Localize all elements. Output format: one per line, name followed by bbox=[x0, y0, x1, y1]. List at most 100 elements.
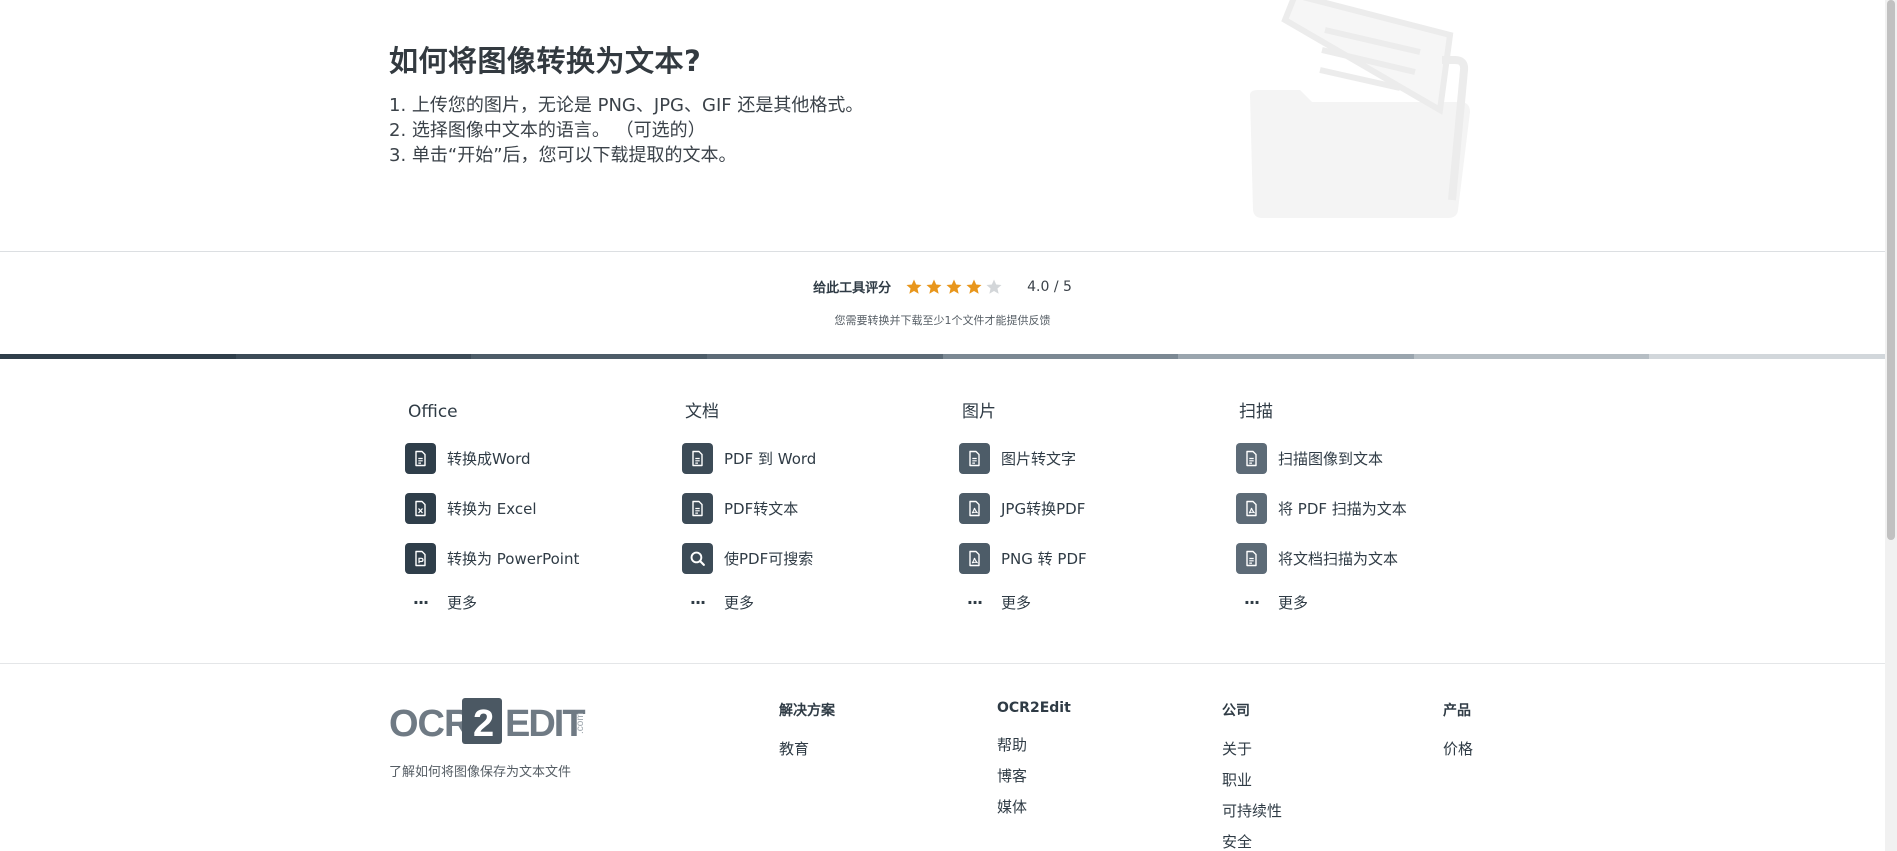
star-icon[interactable] bbox=[985, 278, 1003, 296]
file-text-icon bbox=[959, 442, 990, 474]
tool-link-label: JPG转换PDF bbox=[1001, 499, 1086, 518]
ellipsis-icon: ··· bbox=[1243, 592, 1260, 612]
rating-label: 给此工具评分 bbox=[813, 281, 892, 296]
footer-link[interactable]: 价格 bbox=[1443, 734, 1473, 765]
file-excel-icon bbox=[405, 492, 436, 524]
gradient-segment bbox=[235, 354, 472, 359]
gradient-segment bbox=[1413, 354, 1650, 359]
file-doc-icon bbox=[682, 442, 713, 474]
footer-column: 解决方案 教育 bbox=[779, 700, 835, 765]
footer-column-title: 解决方案 bbox=[779, 703, 835, 719]
gradient-segment bbox=[942, 354, 1179, 359]
footer-column: OCR2Edit 帮助 博客 媒体 bbox=[997, 700, 1071, 823]
logo-edit: EDIT bbox=[505, 703, 585, 745]
tool-link[interactable]: JPG转换PDF bbox=[959, 492, 1229, 524]
more-label: 更多 bbox=[1001, 593, 1032, 612]
tool-link[interactable]: 使PDF可搜索 bbox=[682, 542, 952, 574]
file-pdf-icon bbox=[959, 492, 990, 524]
footer-link[interactable]: 关于 bbox=[1222, 734, 1282, 765]
gradient-divider bbox=[0, 354, 1885, 359]
rating-widget: 给此工具评分 4.0 / 5 bbox=[0, 277, 1885, 297]
tool-link-label: 转换为 PowerPoint bbox=[447, 549, 580, 568]
ellipsis-icon: ··· bbox=[689, 592, 706, 612]
tool-column-title: Office bbox=[408, 402, 458, 422]
footer-link[interactable]: 职业 bbox=[1222, 765, 1282, 796]
tool-column: 扫描扫描图像到文本将 PDF 扫描为文本将文档扫描为文本 ··· 更多 bbox=[1236, 400, 1506, 616]
footer-column: 公司关于 职业 可持续性 安全 bbox=[1222, 700, 1282, 851]
file-pdf-icon bbox=[1236, 492, 1267, 524]
star-rating[interactable] bbox=[905, 278, 1003, 296]
footer-link[interactable]: 安全 bbox=[1222, 827, 1282, 851]
more-link[interactable]: ··· 更多 bbox=[405, 588, 675, 616]
file-pdf-icon bbox=[959, 542, 990, 574]
howto-section: 如何将图像转换为文本? 1. 上传您的图片，无论是 PNG、JPG、GIF 还是… bbox=[389, 38, 1289, 168]
more-link[interactable]: ··· 更多 bbox=[1236, 588, 1506, 616]
footer-column-title: 公司 bbox=[1222, 703, 1250, 719]
howto-title: 如何将图像转换为文本? bbox=[389, 44, 702, 78]
tool-column: Office 转换成Word 转换为 Excel 转换为 PowerPoint ··· 更… bbox=[405, 400, 675, 616]
more-label: 更多 bbox=[1278, 593, 1309, 612]
tool-column-title: 图片 bbox=[962, 402, 996, 422]
scrollbar-thumb[interactable] bbox=[1887, 0, 1895, 540]
footer-column: 产品 价格 bbox=[1443, 700, 1473, 765]
star-icon[interactable] bbox=[925, 278, 943, 296]
tool-link-label: 图片转文字 bbox=[1001, 449, 1077, 468]
tool-column: 文档 PDF 到 Word PDF转文本 使PDF可搜索 ··· 更多 bbox=[682, 400, 952, 616]
file-text-icon bbox=[1236, 442, 1267, 474]
footer-link[interactable]: 可持续性 bbox=[1222, 796, 1282, 827]
tool-link[interactable]: 扫描图像到文本 bbox=[1236, 442, 1506, 474]
tool-link[interactable]: PNG 转 PDF bbox=[959, 542, 1229, 574]
rating-score: 4.0 / 5 bbox=[1027, 278, 1072, 295]
tool-link[interactable]: PDF 到 Word bbox=[682, 442, 952, 474]
tools-grid: Office 转换成Word 转换为 Excel 转换为 PowerPoint ··· 更… bbox=[405, 400, 1505, 630]
more-label: 更多 bbox=[447, 593, 478, 612]
tool-column: 图片图片转文字 JPG转换PDF PNG 转 PDF ··· 更多 bbox=[959, 400, 1229, 616]
tool-link-label: PDF 到 Word bbox=[724, 449, 817, 468]
star-icon[interactable] bbox=[905, 278, 923, 296]
section-divider bbox=[0, 251, 1885, 252]
tool-link-label: 将 PDF 扫描为文本 bbox=[1278, 499, 1407, 518]
tool-column-title: 文档 bbox=[685, 402, 719, 422]
gradient-segment bbox=[706, 354, 943, 359]
howto-step: 1. 上传您的图片，无论是 PNG、JPG、GIF 还是其他格式。 bbox=[389, 95, 864, 116]
howto-step: 2. 选择图像中文本的语言。 （可选的） bbox=[389, 120, 706, 141]
footer-tagline: 了解如何将图像保存为文本文件 bbox=[389, 765, 572, 780]
ocr2edit-logo[interactable]: OCR 2 EDIT .com bbox=[389, 696, 589, 746]
tool-link[interactable]: 将文档扫描为文本 bbox=[1236, 542, 1506, 574]
tool-link[interactable]: 转换为 Excel bbox=[405, 492, 675, 524]
file-text-icon bbox=[682, 492, 713, 524]
file-powerpoint-icon bbox=[405, 542, 436, 574]
star-icon[interactable] bbox=[965, 278, 983, 296]
tool-column-title: 扫描 bbox=[1239, 402, 1273, 422]
tool-link-label: 转换为 Excel bbox=[447, 499, 537, 518]
howto-step: 3. 单击“开始”后，您可以下载提取的文本。 bbox=[389, 145, 737, 166]
footer-link[interactable]: 帮助 bbox=[997, 730, 1071, 761]
more-link[interactable]: ··· 更多 bbox=[682, 588, 952, 616]
tool-link[interactable]: 转换为 PowerPoint bbox=[405, 542, 675, 574]
footer-column-title: 产品 bbox=[1443, 703, 1471, 719]
file-text-icon bbox=[1236, 542, 1267, 574]
tool-link[interactable]: 图片转文字 bbox=[959, 442, 1229, 474]
ellipsis-icon: ··· bbox=[966, 592, 983, 612]
page-scrollbar[interactable] bbox=[1885, 0, 1897, 851]
logo-two: 2 bbox=[473, 703, 494, 745]
tool-link-label: 扫描图像到文本 bbox=[1278, 449, 1384, 468]
ellipsis-icon: ··· bbox=[412, 592, 429, 612]
tool-link-label: 使PDF可搜索 bbox=[724, 549, 814, 568]
tool-link[interactable]: 将 PDF 扫描为文本 bbox=[1236, 492, 1506, 524]
star-icon[interactable] bbox=[945, 278, 963, 296]
gradient-segment bbox=[1178, 354, 1414, 359]
gradient-segment bbox=[1649, 354, 1885, 359]
tool-link-label: PDF转文本 bbox=[724, 499, 799, 518]
footer-link[interactable]: 教育 bbox=[779, 734, 835, 765]
more-label: 更多 bbox=[724, 593, 755, 612]
footer-link[interactable]: 媒体 bbox=[997, 792, 1071, 823]
more-link[interactable]: ··· 更多 bbox=[959, 588, 1229, 616]
logo-suffix: .com bbox=[575, 712, 586, 734]
search-icon bbox=[682, 542, 713, 574]
tool-link[interactable]: 转换成Word bbox=[405, 442, 675, 474]
tool-link[interactable]: PDF转文本 bbox=[682, 492, 952, 524]
footer-link[interactable]: 博客 bbox=[997, 761, 1071, 792]
rating-note: 您需要转换并下载至少1个文件才能提供反馈 bbox=[834, 314, 1051, 327]
gradient-segment bbox=[471, 354, 707, 359]
